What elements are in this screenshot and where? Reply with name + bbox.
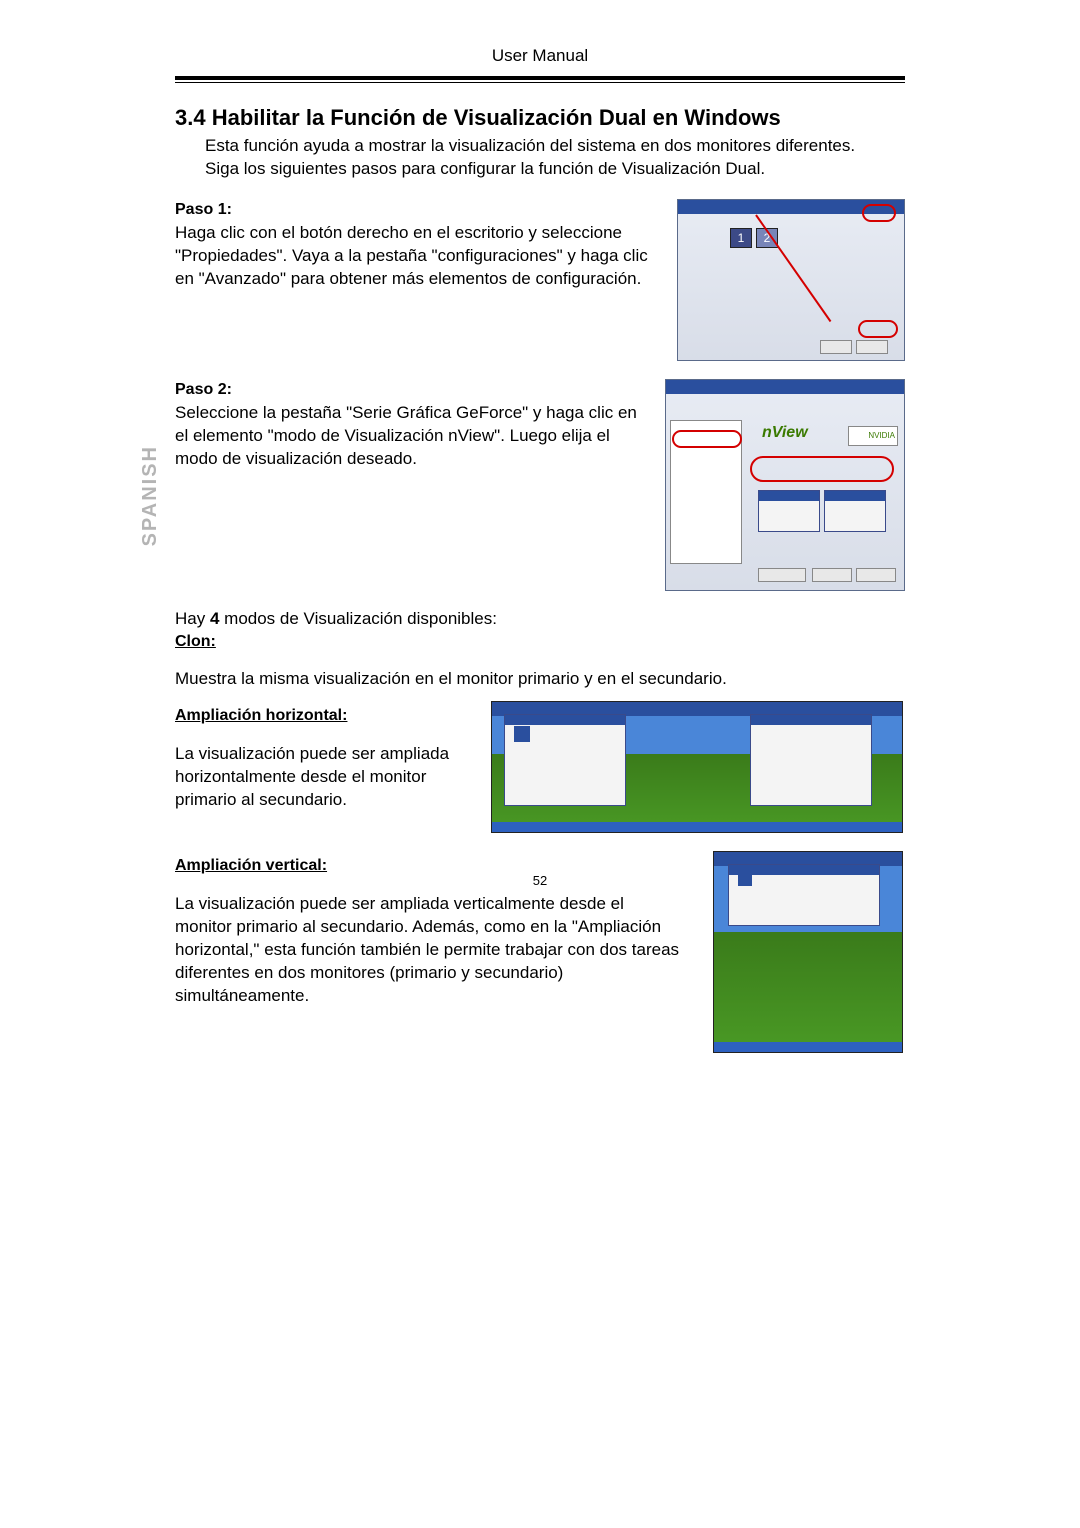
step-1-figure: 1 2 [677,199,905,361]
step-1-row: Paso 1: Haga clic con el botón derecho e… [175,199,905,361]
modes-intro-prefix: Hay [175,609,210,628]
mode-clon-head: Clon: [175,633,905,651]
step-1-label: Paso 1: [175,199,661,221]
language-side-tab: SPANISH [139,445,162,546]
mode-vertical-body: La visualización puede ser ampliada vert… [175,893,685,1008]
mode-horizontal-body: La visualización puede ser ampliada hori… [175,743,475,812]
mode-horizontal-figure [491,701,903,833]
step-2-label: Paso 2: [175,379,649,401]
section-intro: Esta función ayuda a mostrar la visualiz… [205,135,890,181]
step-1-text: Paso 1: Haga clic con el botón derecho e… [175,199,661,361]
step-2-figure: NVIDIA nView [665,379,905,591]
mode-clon-body: Muestra la misma visualización en el mon… [175,668,905,691]
running-header: User Manual [0,46,1080,66]
section-heading: 3.4 Habilitar la Función de Visualizació… [175,105,905,131]
step-2-text: Paso 2: Seleccione la pestaña "Serie Grá… [175,379,649,591]
page: User Manual SPANISH 3.4 Habilitar la Fun… [0,0,1080,1528]
step-2-body: Seleccione la pestaña "Serie Gráfica GeF… [175,402,649,471]
mode-horizontal-row: Ampliación horizontal: La visualización … [175,701,905,833]
mode-horizontal-head: Ampliación horizontal: [175,705,475,727]
header-rule [175,76,905,83]
step-2-row: Paso 2: Seleccione la pestaña "Serie Grá… [175,379,905,591]
nview-brand: nView [762,424,808,442]
modes-intro-suffix: modos de Visualización disponibles: [219,609,497,628]
mode-horizontal-text: Ampliación horizontal: La visualización … [175,701,475,833]
content-area: SPANISH 3.4 Habilitar la Función de Visu… [175,105,905,1053]
nvidia-logo: NVIDIA [848,426,898,446]
page-number: 52 [0,873,1080,888]
modes-intro: Hay 4 modos de Visualización disponibles… [175,609,905,629]
step-1-body: Haga clic con el botón derecho en el esc… [175,222,661,291]
